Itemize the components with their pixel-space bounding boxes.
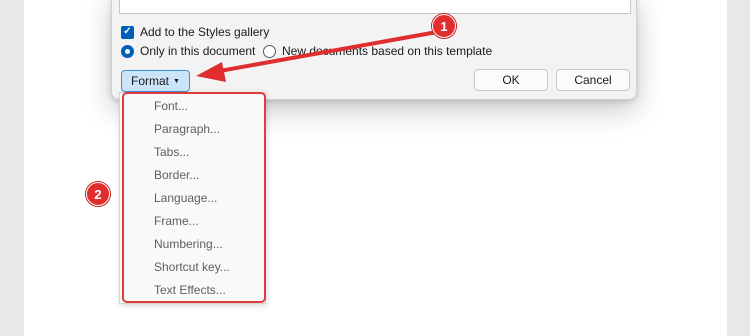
pointer-arrow-icon: [196, 30, 439, 82]
step-1-badge: 1: [432, 14, 456, 38]
step-2-badge: 2: [86, 182, 110, 206]
